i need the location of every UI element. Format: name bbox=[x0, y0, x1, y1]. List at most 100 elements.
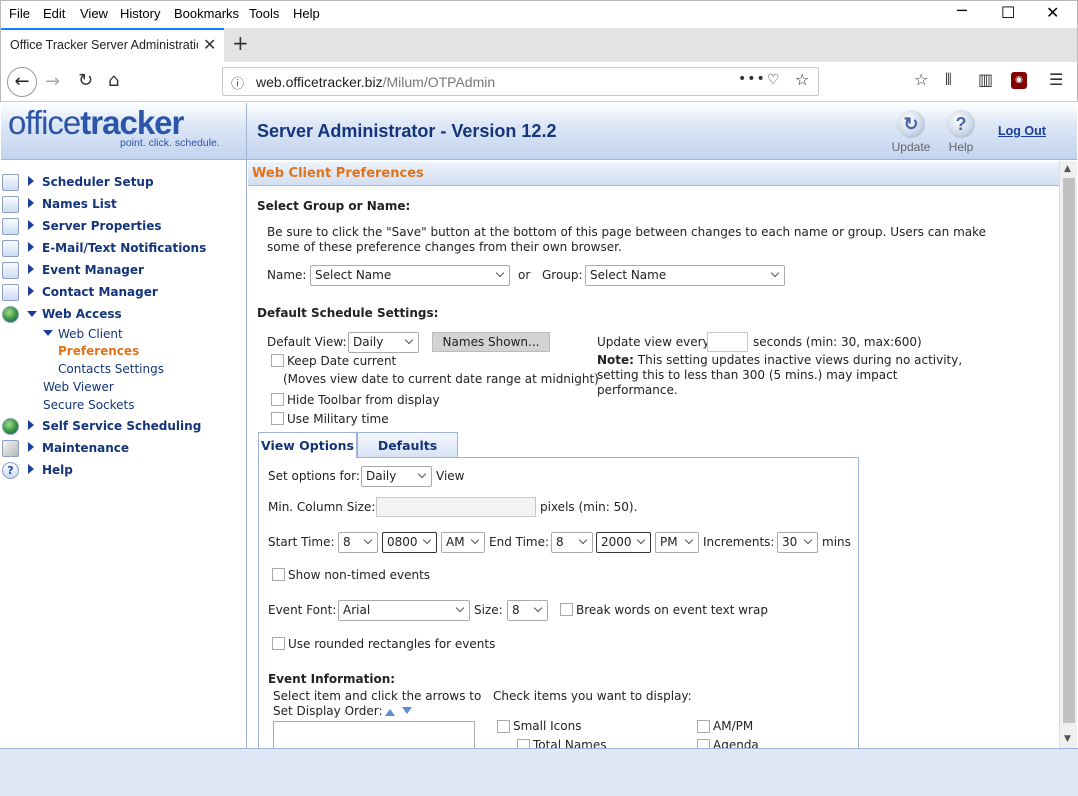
sidebar-subitem-contacts-settings[interactable]: Contacts Settings bbox=[58, 362, 164, 376]
small-icons-checkbox[interactable] bbox=[497, 720, 510, 733]
sidebar-subitem-web-viewer[interactable]: Web Viewer bbox=[43, 380, 114, 394]
address-bar[interactable]: ⓘ web.officetracker.biz/Milum/OTPAdmin •… bbox=[222, 67, 819, 96]
sidebar-item-event-manager[interactable]: Event Manager bbox=[1, 261, 246, 281]
page-actions-icon[interactable]: ••• bbox=[738, 71, 766, 87]
increments-select[interactable]: 30 bbox=[777, 532, 818, 553]
font-size-select[interactable]: 8 bbox=[507, 600, 548, 621]
sidebar-item-maintenance[interactable]: Maintenance bbox=[1, 439, 246, 459]
collapse-arrow-icon bbox=[27, 311, 37, 317]
help-circle-icon: ? bbox=[2, 462, 19, 479]
start-ampm-select[interactable]: AM bbox=[441, 532, 485, 553]
menu-view[interactable]: View bbox=[80, 6, 108, 21]
event-font-select[interactable]: Arial bbox=[338, 600, 470, 621]
move-down-icon[interactable] bbox=[402, 707, 412, 714]
sidebar-label: Web Client bbox=[58, 327, 123, 341]
scroll-down-icon[interactable]: ▼ bbox=[1064, 734, 1071, 744]
globe-icon bbox=[2, 418, 19, 435]
close-window-icon[interactable]: ✕ bbox=[1046, 3, 1059, 22]
end-ampm-select[interactable]: PM bbox=[655, 532, 699, 553]
update-button[interactable]: ↻ Update bbox=[888, 110, 934, 154]
break-words-checkbox[interactable] bbox=[560, 603, 573, 616]
pocket-icon[interactable]: ♡ bbox=[767, 72, 780, 88]
reload-icon[interactable]: ↻ bbox=[78, 70, 93, 91]
back-icon[interactable]: ← bbox=[7, 67, 37, 97]
menu-history[interactable]: History bbox=[120, 6, 160, 21]
rounded-rect-checkbox[interactable] bbox=[272, 637, 285, 650]
sidebar-item-names-list[interactable]: Names List bbox=[1, 195, 246, 215]
non-timed-label: Show non-timed events bbox=[288, 568, 431, 582]
start-minute-select[interactable]: 0800 bbox=[382, 532, 437, 553]
default-view-select[interactable]: Daily bbox=[348, 332, 419, 353]
help-button[interactable]: ? Help bbox=[940, 110, 982, 154]
new-tab-icon[interactable]: + bbox=[232, 31, 249, 55]
sidebar-subitem-web-client[interactable]: Web Client bbox=[1, 325, 246, 345]
browser-tab[interactable]: Office Tracker Server Administration ✕ bbox=[1, 28, 224, 62]
sidebar-label: Help bbox=[42, 463, 73, 477]
end-minute-select[interactable]: 2000 bbox=[596, 532, 651, 553]
sidebar-item-self-service-scheduling[interactable]: Self Service Scheduling bbox=[1, 417, 246, 437]
scroll-up-icon[interactable]: ▲ bbox=[1064, 164, 1071, 174]
globe-icon bbox=[2, 306, 19, 323]
keep-date-label: Keep Date current bbox=[287, 354, 397, 368]
sidebar-item-contact-manager[interactable]: Contact Manager bbox=[1, 283, 246, 303]
break-words-label: Break words on event text wrap bbox=[576, 603, 768, 617]
start-hour-select[interactable]: 8 bbox=[338, 532, 378, 553]
hide-toolbar-checkbox[interactable] bbox=[271, 393, 284, 406]
move-up-icon[interactable] bbox=[385, 709, 395, 716]
sidebar-label: Names List bbox=[42, 197, 117, 211]
note-text-2: setting this to less than 300 (5 mins.) … bbox=[597, 368, 898, 382]
document-icon bbox=[2, 218, 19, 235]
ublock-icon[interactable]: ◉ bbox=[1011, 72, 1027, 89]
content-scrollbar[interactable]: ▲ ▼ bbox=[1059, 161, 1077, 748]
wrench-icon bbox=[2, 440, 19, 457]
menu-tools[interactable]: Tools bbox=[249, 6, 279, 21]
minimize-icon[interactable]: ─ bbox=[957, 1, 967, 20]
forward-icon[interactable]: → bbox=[45, 71, 60, 92]
sidebar-item-web-access[interactable]: Web Access bbox=[1, 305, 246, 325]
update-view-seconds-input[interactable] bbox=[707, 332, 748, 352]
min-column-suffix: pixels (min: 50). bbox=[540, 500, 638, 514]
library-icon[interactable]: ⫴ bbox=[945, 70, 952, 90]
menu-file[interactable]: File bbox=[9, 6, 30, 21]
expand-arrow-icon bbox=[28, 420, 34, 430]
sidebar-subitem-preferences[interactable]: Preferences bbox=[58, 344, 139, 358]
non-timed-checkbox[interactable] bbox=[272, 568, 285, 581]
military-time-checkbox[interactable] bbox=[271, 412, 284, 425]
group-select[interactable]: Select Name bbox=[585, 265, 785, 286]
expand-arrow-icon bbox=[28, 286, 34, 296]
names-shown-button[interactable]: Names Shown... bbox=[432, 332, 550, 352]
note-text-3: performance. bbox=[597, 383, 678, 397]
home-icon[interactable]: ⌂ bbox=[108, 70, 119, 91]
sidebar-item-scheduler-setup[interactable]: Scheduler Setup bbox=[1, 173, 246, 193]
ampm-checkbox[interactable] bbox=[697, 720, 710, 733]
close-tab-icon[interactable]: ✕ bbox=[203, 35, 216, 54]
maximize-icon[interactable]: ☐ bbox=[1001, 3, 1015, 22]
menu-help[interactable]: Help bbox=[293, 6, 320, 21]
min-column-input[interactable] bbox=[376, 497, 536, 517]
sidebar-toggle-icon[interactable]: ▥ bbox=[978, 70, 993, 89]
keep-date-checkbox[interactable] bbox=[271, 354, 284, 367]
menu-bookmarks[interactable]: Bookmarks bbox=[174, 6, 239, 21]
expand-arrow-icon bbox=[28, 176, 34, 186]
hamburger-menu-icon[interactable]: ☰ bbox=[1049, 70, 1063, 89]
tab-defaults[interactable]: Defaults bbox=[357, 432, 458, 458]
sidebar-item-email-text-notifications[interactable]: E-Mail/Text Notifications bbox=[1, 239, 246, 259]
tab-view-options[interactable]: View Options bbox=[258, 432, 357, 458]
sidebar-subitem-secure-sockets[interactable]: Secure Sockets bbox=[43, 398, 135, 412]
name-select[interactable]: Select Name bbox=[310, 265, 510, 286]
menu-edit[interactable]: Edit bbox=[43, 6, 65, 21]
scrollbar-thumb[interactable] bbox=[1063, 178, 1075, 723]
update-label: Update bbox=[891, 140, 931, 154]
downloads-icon[interactable]: ☆ bbox=[914, 70, 928, 89]
bookmark-star-icon[interactable]: ☆ bbox=[795, 70, 809, 89]
set-options-select[interactable]: Daily bbox=[361, 466, 432, 487]
end-hour-select[interactable]: 8 bbox=[551, 532, 593, 553]
update-view-label: Update view every bbox=[597, 335, 710, 349]
sidebar-item-server-properties[interactable]: Server Properties bbox=[1, 217, 246, 237]
rounded-rect-label: Use rounded rectangles for events bbox=[288, 637, 496, 651]
site-info-icon[interactable]: ⓘ bbox=[231, 73, 244, 92]
keep-date-note: (Moves view date to current date range a… bbox=[283, 372, 599, 386]
expand-arrow-icon bbox=[28, 198, 34, 208]
sidebar-item-help[interactable]: ? Help bbox=[1, 461, 246, 481]
logout-link[interactable]: Log Out bbox=[998, 124, 1046, 138]
